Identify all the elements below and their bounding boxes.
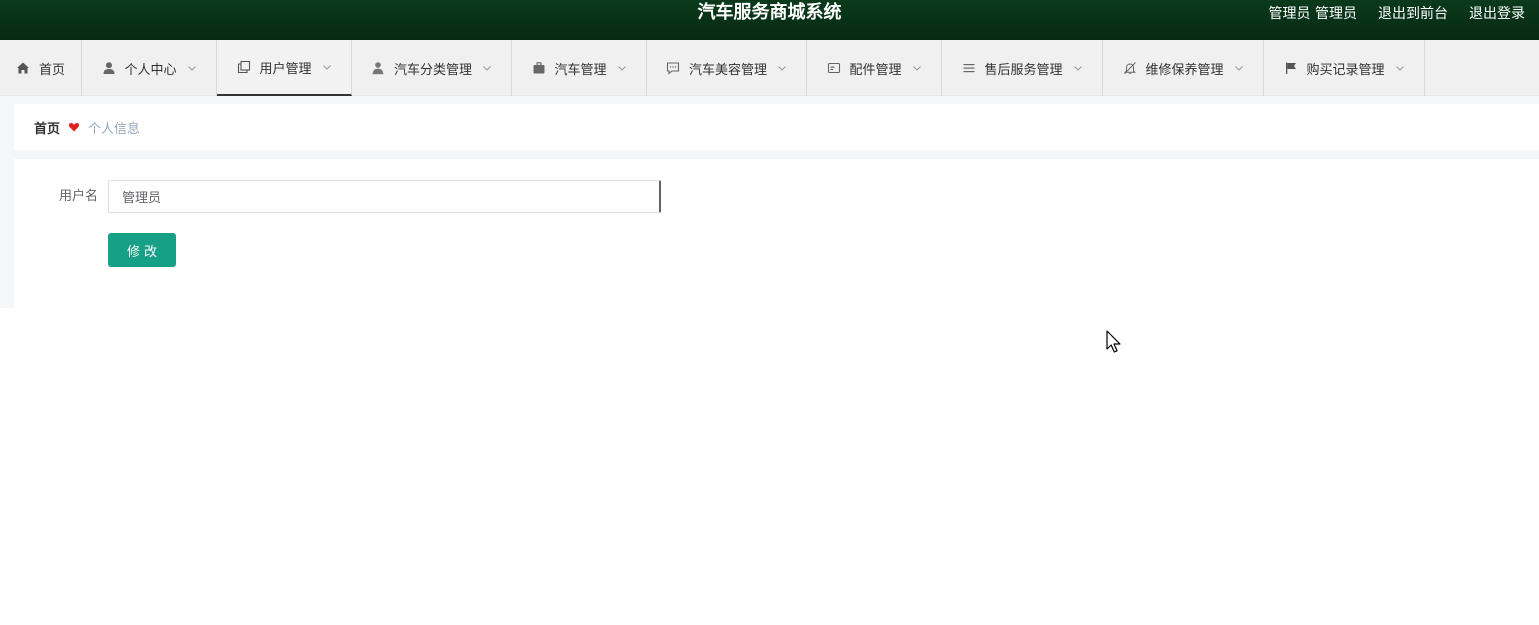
breadcrumb: 首页 个人信息	[14, 104, 1539, 150]
nav-item-label: 维修保养管理	[1145, 62, 1224, 78]
exit-to-frontend-link[interactable]: 退出到前台	[1378, 3, 1448, 23]
breadcrumb-current: 个人信息	[88, 121, 141, 137]
nav-item-label: 汽车美容管理	[688, 62, 767, 78]
nav-item-label: 个人中心	[124, 62, 177, 78]
breadcrumb-home-link[interactable]: 首页	[34, 118, 60, 137]
heart-icon	[68, 121, 80, 133]
username-input[interactable]	[108, 180, 661, 213]
chevron-down-icon	[1073, 63, 1083, 73]
profile-form: 用户名 修改	[14, 159, 1539, 308]
current-user-label: 管理员 管理员	[1268, 6, 1357, 22]
nav-item-label: 首页	[38, 62, 65, 78]
nav-item-label: 汽车分类管理	[393, 62, 472, 78]
nav-item-after-sales-management[interactable]: 售后服务管理	[942, 40, 1103, 96]
user-icon	[101, 61, 116, 76]
chevron-down-icon	[187, 63, 197, 73]
header-user-links: 管理员 管理员 退出到前台 退出登录	[1269, 0, 1525, 26]
nav-item-label: 售后服务管理	[984, 62, 1063, 78]
username-label: 用户名	[58, 189, 98, 204]
nav-item-car-category-management[interactable]: 汽车分类管理	[352, 40, 512, 96]
modify-button[interactable]: 修改	[108, 233, 176, 267]
main-nav-menu: 首页 个人中心 用户管理 汽车分类管理 汽车管理 汽车美容管理 配件管理 售后服…	[0, 40, 1539, 96]
nav-item-personal-center[interactable]: 个人中心	[82, 40, 217, 96]
nav-item-user-management[interactable]: 用户管理	[217, 40, 352, 96]
nav-item-car-beauty-management[interactable]: 汽车美容管理	[647, 40, 807, 96]
nav-item-car-management[interactable]: 汽车管理	[512, 40, 647, 96]
briefcase-icon	[531, 61, 546, 76]
nav-item-home[interactable]: 首页	[0, 40, 82, 96]
nav-item-label: 购买记录管理	[1306, 62, 1385, 78]
chevron-down-icon	[1234, 63, 1244, 73]
nav-item-parts-management[interactable]: 配件管理	[807, 40, 942, 96]
logout-link[interactable]: 退出登录	[1469, 3, 1525, 23]
bell-off-icon	[1122, 61, 1137, 76]
nav-item-maintenance-management[interactable]: 维修保养管理	[1103, 40, 1264, 96]
nav-item-purchase-record-management[interactable]: 购买记录管理	[1264, 40, 1425, 96]
card-icon	[826, 61, 841, 76]
chevron-down-icon	[482, 63, 492, 73]
home-icon	[16, 61, 31, 76]
flag-icon	[1283, 61, 1298, 76]
chat-icon	[666, 61, 681, 76]
chevron-down-icon	[777, 63, 787, 73]
list-icon	[961, 61, 976, 76]
chevron-down-icon	[322, 62, 332, 72]
nav-item-label: 配件管理	[849, 62, 902, 78]
top-header: 汽车服务商城系统 管理员 管理员 退出到前台 退出登录	[0, 0, 1539, 40]
copy-icon	[236, 60, 251, 75]
chevron-down-icon	[912, 63, 922, 73]
chevron-down-icon	[1395, 63, 1405, 73]
nav-item-label: 用户管理	[259, 61, 312, 77]
chevron-down-icon	[617, 63, 627, 73]
mouse-cursor-icon	[1106, 330, 1122, 354]
nav-item-label: 汽车管理	[554, 62, 607, 78]
person-icon	[371, 61, 386, 76]
